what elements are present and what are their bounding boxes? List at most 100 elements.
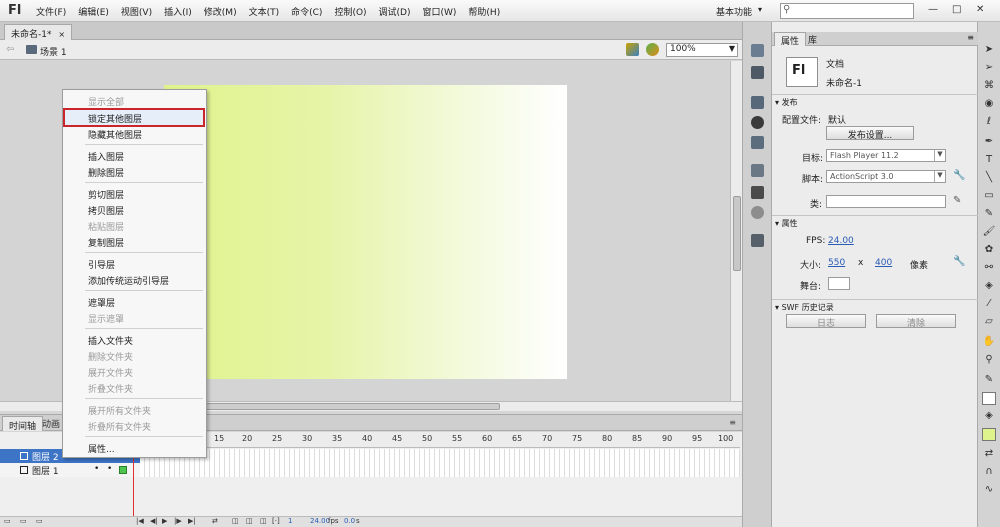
play-icon[interactable]: ▶ bbox=[162, 517, 167, 525]
help-search-input[interactable]: ⚲ bbox=[780, 3, 914, 19]
align-panel-icon[interactable] bbox=[751, 96, 764, 109]
workspace-switcher[interactable]: 基本功能 bbox=[716, 5, 752, 18]
pencil-icon[interactable]: ✎ bbox=[953, 195, 961, 206]
3d-rotation-tool-icon[interactable]: ◉ bbox=[982, 98, 996, 111]
menu-edit[interactable]: 编辑(E) bbox=[78, 5, 109, 18]
tab-library[interactable]: 库 bbox=[808, 33, 817, 46]
log-button[interactable]: 日志 bbox=[786, 314, 866, 329]
delete-layer-icon[interactable]: ▭ bbox=[36, 517, 43, 525]
menu-item-collapse-all[interactable]: 折叠所有文件夹 bbox=[88, 420, 151, 433]
wrench-icon[interactable]: 🔧 bbox=[953, 170, 965, 181]
script-select[interactable]: ActionScript 3.0 ▼ bbox=[826, 170, 946, 183]
stage-height[interactable]: 400 bbox=[875, 258, 892, 268]
info-panel-icon[interactable] bbox=[751, 116, 764, 129]
menu-item-delete-layer[interactable]: 删除图层 bbox=[88, 166, 124, 179]
snap-to-objects-icon[interactable]: ∩ bbox=[982, 466, 996, 479]
menu-item-lock-others[interactable]: 锁定其他图层 bbox=[88, 112, 142, 125]
stage[interactable] bbox=[164, 85, 567, 379]
menu-item-duplicate-layers[interactable]: 复制图层 bbox=[88, 236, 124, 249]
minimize-button[interactable]: — bbox=[928, 4, 938, 15]
line-tool-icon[interactable]: ╲ bbox=[982, 172, 996, 185]
transform-panel-icon[interactable] bbox=[751, 136, 764, 149]
tab-properties[interactable]: 属性 bbox=[774, 32, 807, 47]
menu-help[interactable]: 帮助(H) bbox=[468, 5, 500, 18]
menu-item-guide[interactable]: 引导层 bbox=[88, 258, 115, 271]
menu-commands[interactable]: 命令(C) bbox=[291, 5, 322, 18]
swatches-panel-icon[interactable] bbox=[751, 66, 764, 79]
color-panel-icon[interactable] bbox=[751, 44, 764, 57]
panel-menu-icon[interactable]: ≡ bbox=[729, 418, 736, 427]
brush-tool-icon[interactable]: 🖌 bbox=[982, 226, 996, 239]
onion-skin-icon[interactable]: ◫ bbox=[232, 517, 239, 525]
menu-modify[interactable]: 修改(M) bbox=[204, 5, 237, 18]
menu-item-mask[interactable]: 遮罩层 bbox=[88, 296, 115, 309]
pen-tool-icon[interactable]: ✒ bbox=[982, 136, 996, 149]
menu-item-add-motion-guide[interactable]: 添加传统运动引导层 bbox=[88, 274, 169, 287]
hand-tool-icon[interactable]: ✋ bbox=[982, 336, 996, 349]
target-select[interactable]: Flash Player 11.2 ▼ bbox=[826, 149, 946, 162]
visibility-dot[interactable]: • bbox=[94, 464, 99, 474]
scene-label[interactable]: 场景 1 bbox=[40, 45, 67, 58]
stage-width[interactable]: 550 bbox=[828, 258, 845, 268]
paint-bucket-tool-icon[interactable]: ◈ bbox=[982, 280, 996, 293]
current-frame[interactable]: 1 bbox=[288, 517, 292, 525]
menu-item-properties[interactable]: 属性... bbox=[88, 442, 115, 455]
pencil-tool-icon[interactable]: ✎ bbox=[982, 208, 996, 221]
tab-motion-editor[interactable]: 动画 bbox=[42, 417, 60, 430]
document-tab[interactable]: 未命名-1* × bbox=[4, 24, 73, 40]
fill-color-icon[interactable]: ◈ bbox=[982, 410, 996, 423]
lock-dot[interactable]: • bbox=[107, 464, 112, 474]
menu-item-delete-folder[interactable]: 删除文件夹 bbox=[88, 350, 133, 363]
menu-item-collapse-folder[interactable]: 折叠文件夹 bbox=[88, 382, 133, 395]
last-frame-icon[interactable]: ▶| bbox=[188, 517, 196, 525]
free-transform-tool-icon[interactable]: ⌘ bbox=[982, 80, 996, 93]
new-layer-icon[interactable]: ▭ bbox=[4, 517, 11, 525]
menu-file[interactable]: 文件(F) bbox=[36, 5, 66, 18]
new-folder-icon[interactable]: ▭ bbox=[20, 517, 27, 525]
deco-tool-icon[interactable]: ✿ bbox=[982, 244, 996, 257]
menu-text[interactable]: 文本(T) bbox=[249, 5, 280, 18]
menu-item-copy-layers[interactable]: 拷贝图层 bbox=[88, 204, 124, 217]
frame-ruler[interactable]: 15 20 25 30 35 40 45 50 55 60 65 70 75 8… bbox=[140, 432, 740, 448]
stage-color-swatch[interactable] bbox=[828, 277, 850, 290]
eraser-tool-icon[interactable]: ▱ bbox=[982, 316, 996, 329]
rectangle-tool-icon[interactable]: ▭ bbox=[982, 190, 996, 203]
menu-debug[interactable]: 调试(D) bbox=[379, 5, 411, 18]
vertical-scrollbar[interactable] bbox=[730, 61, 742, 401]
bone-tool-icon[interactable]: ⚯ bbox=[982, 262, 996, 275]
prev-frame-icon[interactable]: ◀| bbox=[150, 517, 158, 525]
section-properties[interactable]: ▾ 属性 bbox=[772, 215, 978, 228]
lasso-tool-icon[interactable]: ℓ bbox=[982, 116, 996, 129]
menu-item-expand-folder[interactable]: 展开文件夹 bbox=[88, 366, 133, 379]
menu-view[interactable]: 视图(V) bbox=[121, 5, 152, 18]
menu-item-show-all[interactable]: 显示全部 bbox=[88, 95, 124, 108]
stroke-color-icon[interactable]: ✎ bbox=[982, 374, 996, 387]
close-button[interactable]: ✕ bbox=[976, 4, 984, 15]
subselection-tool-icon[interactable]: ➢ bbox=[982, 62, 996, 75]
text-tool-icon[interactable]: T bbox=[982, 154, 996, 167]
layer-row[interactable]: 图层 1 • • bbox=[0, 463, 140, 477]
menu-item-paste-layers[interactable]: 粘贴图层 bbox=[88, 220, 124, 233]
menu-item-hide-others[interactable]: 隐藏其他图层 bbox=[88, 128, 142, 141]
section-swf-history[interactable]: ▾ SWF 历史记录 bbox=[772, 299, 978, 312]
menu-window[interactable]: 窗口(W) bbox=[423, 5, 457, 18]
tab-timeline[interactable]: 时间轴 bbox=[2, 416, 44, 432]
frame-grid[interactable] bbox=[140, 449, 740, 477]
menu-control[interactable]: 控制(O) bbox=[334, 5, 366, 18]
section-publish[interactable]: ▾ 发布 bbox=[772, 94, 978, 107]
history-panel-icon[interactable] bbox=[751, 234, 764, 247]
maximize-button[interactable]: □ bbox=[952, 4, 961, 15]
zoom-select[interactable]: 100% ▼ bbox=[666, 43, 738, 57]
swap-colors-icon[interactable]: ⇄ bbox=[982, 448, 996, 461]
selection-tool-icon[interactable]: ➤ bbox=[982, 44, 996, 57]
wrench-icon[interactable]: 🔧 bbox=[953, 256, 965, 267]
back-arrow-icon[interactable]: ⇦ bbox=[6, 44, 14, 55]
zoom-tool-icon[interactable]: ⚲ bbox=[982, 354, 996, 367]
stroke-color-swatch[interactable] bbox=[982, 392, 996, 405]
eyedropper-tool-icon[interactable]: ⁄ bbox=[982, 298, 996, 311]
menu-insert[interactable]: 插入(I) bbox=[164, 5, 192, 18]
chevron-down-icon[interactable]: ▾ bbox=[758, 5, 762, 14]
onion-markers-icon[interactable]: [·] bbox=[272, 517, 280, 525]
edit-scene-icon[interactable] bbox=[626, 43, 639, 56]
loop-icon[interactable]: ⇄ bbox=[212, 517, 218, 525]
